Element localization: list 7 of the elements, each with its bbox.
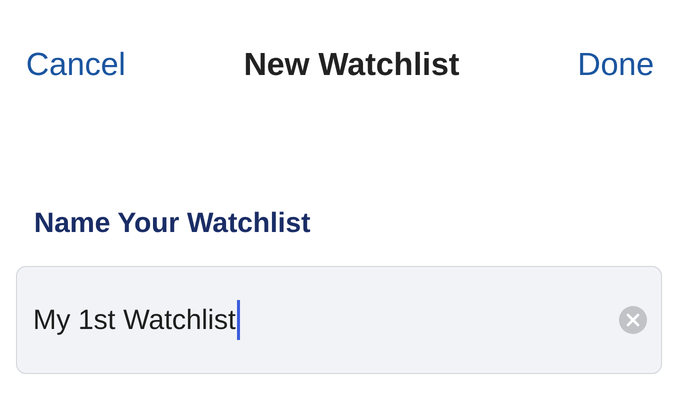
done-button[interactable]: Done	[578, 44, 654, 84]
name-field[interactable]: My 1st Watchlist	[16, 266, 662, 374]
screen-title: New Watchlist	[244, 44, 460, 84]
clear-icon[interactable]	[619, 306, 647, 334]
field-value: My 1st Watchlist	[33, 303, 236, 337]
field-label: Name Your Watchlist	[34, 206, 310, 240]
cancel-button[interactable]: Cancel	[26, 44, 126, 84]
